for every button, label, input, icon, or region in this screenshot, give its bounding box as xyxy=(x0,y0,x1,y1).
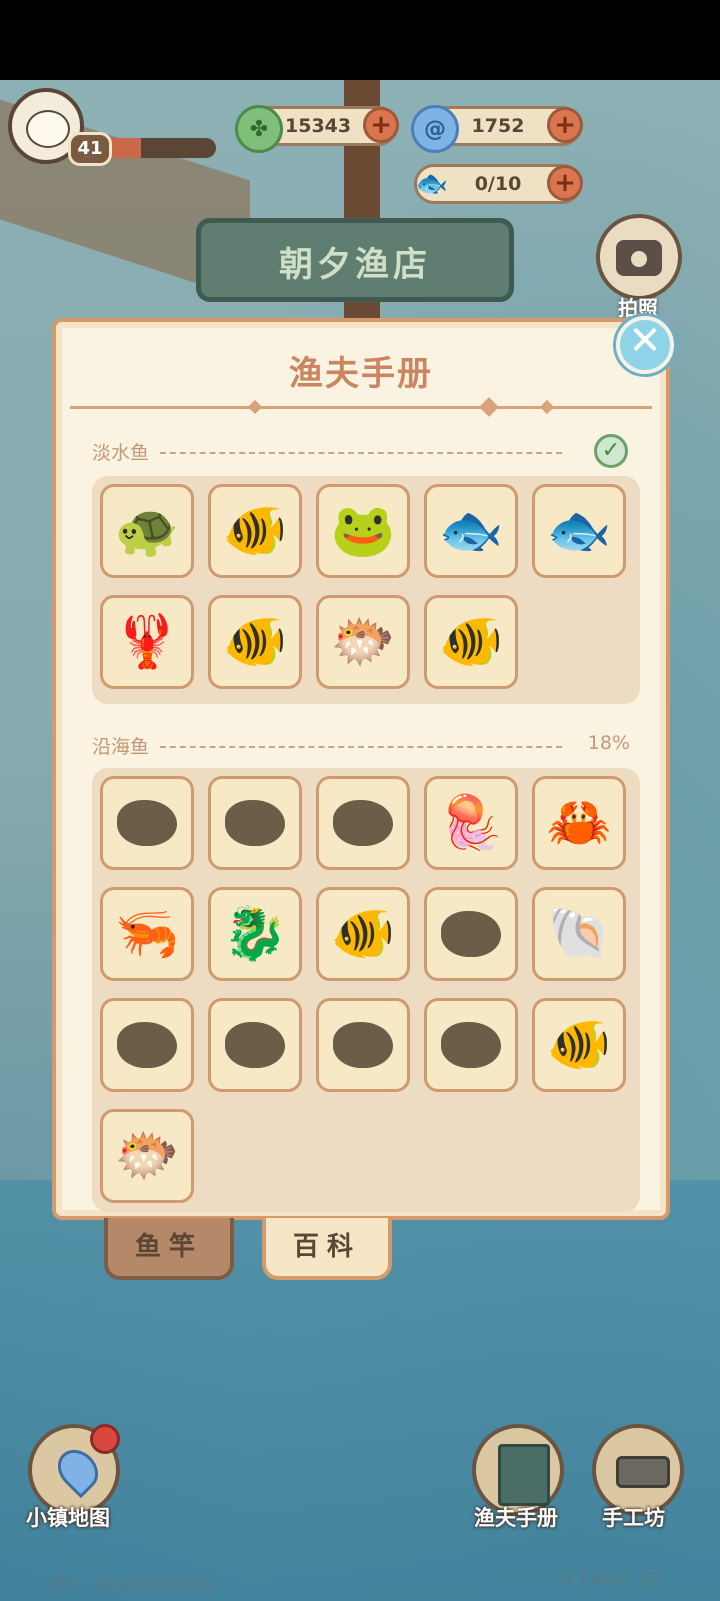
title-divider xyxy=(70,406,652,409)
close-button[interactable]: ✕ xyxy=(616,316,674,374)
player-id: ID： nwsxUKfpGjsV xyxy=(54,1575,217,1595)
turtle-icon: 🐢 xyxy=(114,501,180,561)
seahorse-icon: 🐉 xyxy=(222,904,288,964)
handbook-tile-seahorse[interactable]: 🐉 xyxy=(208,887,302,981)
shell-value: 1752 xyxy=(471,115,525,137)
fisher-handbook-panel: 渔夫手册 淡水鱼 ✓ 🐢 🐠 🐸 🐟 🐟 🦞 🐠 🐡 🐠 沿海鱼 18% 🪼 🦀 🦐 🐉 🐠 🐚 🐠 🐡 xyxy=(52,318,670,1220)
handbook-tile-crayfish[interactable]: 🦞 xyxy=(100,595,194,689)
fish-silhouette-icon xyxy=(225,800,285,846)
clover-currency: ✤ 15343 + xyxy=(235,105,399,153)
fish-capacity: 🐟 0/10 + xyxy=(414,164,583,204)
notification-badge xyxy=(90,1424,120,1454)
handbook-tile-striped-fish[interactable]: 🐠 xyxy=(532,998,626,1092)
level-badge: 41 xyxy=(68,132,112,166)
handbook-tile-oyster-silhouette[interactable] xyxy=(424,887,518,981)
divider-ornament xyxy=(247,399,263,415)
carp-icon: 🐟 xyxy=(546,501,612,561)
drill-icon xyxy=(616,1456,670,1488)
coastal-percent: 18% xyxy=(587,732,630,754)
angelfish-silhouette-icon xyxy=(441,1022,501,1068)
handbook-tile-starfish-silhouette[interactable] xyxy=(208,998,302,1092)
fish-capacity-value: 0/10 xyxy=(474,173,522,195)
handbook-tile-sunfish-silhouette[interactable] xyxy=(316,998,410,1092)
sunfish-silhouette-icon xyxy=(333,1022,393,1068)
betta-icon: 🐠 xyxy=(438,612,504,672)
goldfish-icon: 🐠 xyxy=(222,501,288,561)
shell-silhouette-icon xyxy=(333,800,393,846)
coastal-grid: 🪼 🦀 🦐 🐉 🐠 🐚 🐠 🐡 xyxy=(92,768,640,1212)
crab-icon: 🦀 xyxy=(546,793,612,853)
scorpionfish-icon: 🐡 xyxy=(114,1126,180,1186)
shop-sign: 朝夕渔店 xyxy=(196,218,514,302)
crayfish-icon: 🦞 xyxy=(114,612,180,672)
status-bar xyxy=(0,0,720,80)
shop-sign-text: 朝夕渔店 xyxy=(279,245,431,285)
shell-currency: @ 1752 + xyxy=(411,105,583,153)
tab-encyclopedia[interactable]: 百科 xyxy=(262,1218,392,1280)
striped-fish-icon: 🐠 xyxy=(546,1015,612,1075)
spiral-shell-icon: @ xyxy=(411,105,459,153)
close-icon: ✕ xyxy=(628,318,662,364)
handbook-tile-betta[interactable]: 🐠 xyxy=(424,595,518,689)
coastal-label: 沿海鱼 xyxy=(92,736,150,758)
workshop-label: 手工坊 xyxy=(602,1506,665,1530)
koi-icon: 🐟 xyxy=(438,501,504,561)
handbook-tile-angelfish-silhouette[interactable] xyxy=(424,998,518,1092)
frog-icon: 🐸 xyxy=(330,501,396,561)
sea-cucumber-silhouette-icon xyxy=(117,1022,177,1068)
handbook-tile-scorpionfish[interactable]: 🐡 xyxy=(100,1109,194,1203)
divider-ornament xyxy=(539,399,555,415)
dashed-divider xyxy=(160,452,562,454)
handbook-tile-angelfish[interactable]: 🐠 xyxy=(208,595,302,689)
tab-fishing-rod[interactable]: 鱼竿 xyxy=(104,1218,234,1280)
clover-icon: ✤ xyxy=(235,105,283,153)
handbook-tile-turtle[interactable]: 🐢 xyxy=(100,484,194,578)
add-capacity-button[interactable]: + xyxy=(547,165,583,201)
handbook-tile-carp[interactable]: 🐟 xyxy=(532,484,626,578)
handbook-tile-crab[interactable]: 🦀 xyxy=(532,776,626,870)
freshwater-section-header: 淡水鱼 ✓ xyxy=(92,434,632,468)
coastal-section-header: 沿海鱼 18% xyxy=(92,732,632,760)
town-map-label: 小镇地图 xyxy=(26,1506,110,1530)
avatar-face xyxy=(26,110,70,148)
starfish-silhouette-icon xyxy=(225,1022,285,1068)
add-shell-button[interactable]: + xyxy=(547,107,583,143)
complete-check-icon: ✓ xyxy=(594,434,628,468)
add-clover-button[interactable]: + xyxy=(363,107,399,143)
handbook-tile-fish-silhouette[interactable] xyxy=(100,776,194,870)
fish-icon: 🐟 xyxy=(415,169,449,199)
handbook-tile-frog[interactable]: 🐸 xyxy=(316,484,410,578)
camera-button[interactable] xyxy=(596,214,682,300)
xp-bar xyxy=(100,138,216,158)
handbook-tile-goldfish[interactable]: 🐠 xyxy=(208,484,302,578)
handbook-label: 渔夫手册 xyxy=(474,1506,558,1530)
fish-silhouette-icon xyxy=(117,800,177,846)
handbook-tile-sea-cucumber-silhouette[interactable] xyxy=(100,998,194,1092)
jellyfish-icon: 🪼 xyxy=(438,793,504,853)
freshwater-grid: 🐢 🐠 🐸 🐟 🐟 🦞 🐠 🐡 🐠 xyxy=(92,476,640,704)
freshwater-label: 淡水鱼 xyxy=(92,442,150,464)
version-label: V.3.40.0_12 xyxy=(560,1570,660,1590)
handbook-tile-clownfish[interactable]: 🐠 xyxy=(316,887,410,981)
handbook-tile-piranha[interactable]: 🐡 xyxy=(316,595,410,689)
handbook-tile-shrimp[interactable]: 🦐 xyxy=(100,887,194,981)
handbook-tile-conch[interactable]: 🐚 xyxy=(532,887,626,981)
panel-title: 渔夫手册 xyxy=(289,354,433,394)
shrimp-icon: 🦐 xyxy=(114,904,180,964)
conch-icon: 🐚 xyxy=(546,904,612,964)
divider-ornament xyxy=(479,397,499,417)
piranha-icon: 🐡 xyxy=(330,612,396,672)
handbook-tile-koi[interactable]: 🐟 xyxy=(424,484,518,578)
clownfish-icon: 🐠 xyxy=(330,904,396,964)
oyster-silhouette-icon xyxy=(441,911,501,957)
dashed-divider xyxy=(160,746,562,748)
book-icon xyxy=(498,1444,550,1506)
camera-lens xyxy=(628,248,650,270)
clover-value: 15343 xyxy=(285,115,352,137)
handbook-tile-jellyfish[interactable]: 🪼 xyxy=(424,776,518,870)
angelfish-icon: 🐠 xyxy=(222,612,288,672)
handbook-tile-shell-silhouette[interactable] xyxy=(316,776,410,870)
handbook-tile-fish-silhouette[interactable] xyxy=(208,776,302,870)
